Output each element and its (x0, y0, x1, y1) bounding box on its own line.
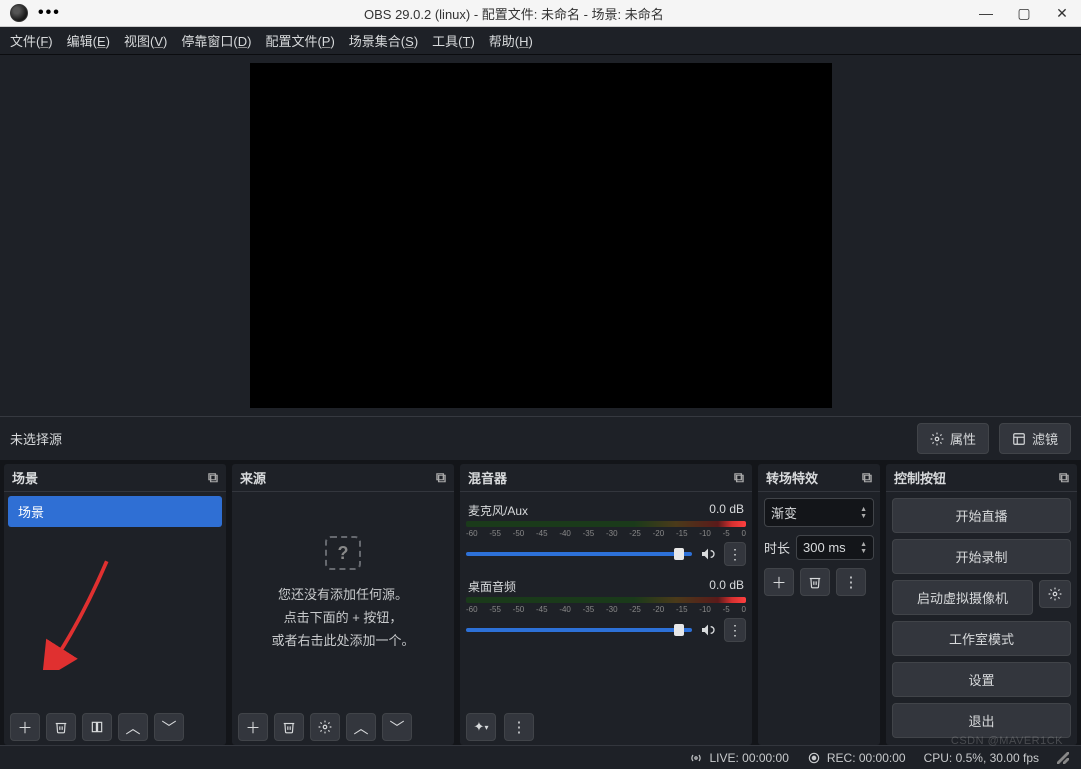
sources-empty-state[interactable]: ? 您还没有添加任何源。 点击下面的 + 按钮， 或者右击此处添加一个。 (236, 496, 450, 705)
menu-help[interactable]: 帮助(H) (489, 31, 533, 50)
menu-view[interactable]: 视图(V) (124, 31, 167, 50)
source-properties-button[interactable] (310, 713, 340, 741)
statusbar: LIVE: 00:00:00 REC: 00:00:00 CPU: 0.5%, … (0, 745, 1081, 769)
settings-button[interactable]: 设置 (892, 662, 1071, 697)
resize-grip-icon[interactable] (1057, 752, 1069, 764)
mic-volume-slider[interactable] (466, 552, 692, 556)
studio-mode-button[interactable]: 工作室模式 (892, 621, 1071, 656)
menu-scene-collection[interactable]: 场景集合(S) (349, 31, 418, 50)
popout-icon[interactable]: ⧉ (208, 469, 218, 486)
broadcast-icon (689, 751, 703, 765)
panel-transition: 转场特效 ⧉ 渐变 ▲▼ 时长 300 ms ▲▼ ＋ (758, 464, 880, 745)
source-up-button[interactable]: ︿ (346, 713, 376, 741)
desktop-label: 桌面音频 (468, 578, 516, 595)
close-button[interactable]: ✕ (1043, 0, 1081, 27)
chevron-updown-icon: ▲▼ (860, 506, 867, 520)
transition-title: 转场特效 (766, 468, 818, 487)
preview-area (0, 55, 1081, 416)
menu-dock[interactable]: 停靠窗口(D) (181, 31, 251, 50)
minimize-button[interactable]: — (967, 0, 1005, 27)
mixer-title: 混音器 (468, 468, 507, 487)
mic-meter (466, 521, 746, 527)
desktop-menu-button[interactable]: ⋮ (724, 618, 746, 642)
transition-select[interactable]: 渐变 ▲▼ (764, 498, 874, 527)
add-transition-button[interactable]: ＋ (764, 568, 794, 596)
mic-db: 0.0 dB (709, 502, 744, 519)
popout-icon[interactable]: ⧉ (1059, 469, 1069, 486)
mixer-menu-button[interactable]: ⋮ (504, 713, 534, 741)
scene-item[interactable]: 场景 (8, 496, 222, 527)
add-scene-button[interactable]: ＋ (10, 713, 40, 741)
desktop-meter (466, 597, 746, 603)
question-icon: ? (325, 536, 361, 570)
panel-controls: 控制按钮 ⧉ 开始直播 开始录制 启动虚拟摄像机 工作室模式 设置 退出 (886, 464, 1077, 745)
transition-menu-button[interactable]: ⋮ (836, 568, 866, 596)
popout-icon[interactable]: ⧉ (734, 469, 744, 486)
mixer-channel-mic: 麦克风/Aux 0.0 dB -60-55-50-45-40-35-30-25-… (466, 502, 746, 566)
start-record-button[interactable]: 开始录制 (892, 539, 1071, 574)
obs-logo-icon (10, 4, 28, 22)
window-menu-dots[interactable]: ••• (38, 4, 61, 22)
delete-transition-button[interactable] (800, 568, 830, 596)
desktop-db: 0.0 dB (709, 578, 744, 595)
maximize-button[interactable]: ▢ (1005, 0, 1043, 27)
record-icon (807, 751, 821, 765)
start-virtualcam-button[interactable]: 启动虚拟摄像机 (892, 580, 1033, 615)
source-toolbar: 未选择源 属性 滤镜 (0, 416, 1081, 460)
popout-icon[interactable]: ⧉ (862, 469, 872, 486)
source-down-button[interactable]: ﹀ (382, 713, 412, 741)
scene-up-button[interactable]: ︿ (118, 713, 148, 741)
menu-tools[interactable]: 工具(T) (432, 31, 475, 50)
speaker-icon[interactable] (700, 622, 716, 638)
delete-source-button[interactable] (274, 713, 304, 741)
window-title: OBS 29.0.2 (linux) - 配置文件: 未命名 - 场景: 未命名 (61, 4, 967, 23)
menubar: 文件(F) 编辑(E) 视图(V) 停靠窗口(D) 配置文件(P) 场景集合(S… (0, 27, 1081, 55)
meter-ticks: -60-55-50-45-40-35-30-25-20-15-10-50 (466, 529, 746, 542)
chevron-updown-icon: ▲▼ (860, 541, 867, 555)
mic-menu-button[interactable]: ⋮ (724, 542, 746, 566)
desktop-volume-slider[interactable] (466, 628, 692, 632)
duration-label: 时长 (764, 538, 790, 557)
panel-sources: 来源 ⧉ ? 您还没有添加任何源。 点击下面的 + 按钮， 或者右击此处添加一个… (232, 464, 454, 745)
scene-down-button[interactable]: ﹀ (154, 713, 184, 741)
sources-title: 来源 (240, 468, 266, 487)
app-main: 文件(F) 编辑(E) 视图(V) 停靠窗口(D) 配置文件(P) 场景集合(S… (0, 27, 1081, 769)
mixer-channel-desktop: 桌面音频 0.0 dB -60-55-50-45-40-35-30-25-20-… (466, 578, 746, 642)
virtualcam-settings-button[interactable] (1039, 580, 1071, 608)
status-cpu: CPU: 0.5%, 30.00 fps (924, 751, 1039, 765)
filters-icon (1012, 432, 1026, 446)
duration-input[interactable]: 300 ms ▲▼ (796, 535, 874, 560)
mixer-settings-button[interactable]: ✦▾ (466, 713, 496, 741)
scene-filter-button[interactable] (82, 713, 112, 741)
properties-button[interactable]: 属性 (917, 423, 989, 454)
panels-row: 场景 ⧉ 场景 ＋ ︿ ﹀ 来源 ⧉ ? 您还没有 (0, 460, 1081, 745)
menu-edit[interactable]: 编辑(E) (67, 31, 110, 50)
status-live: LIVE: 00:00:00 (689, 751, 788, 765)
preview-canvas[interactable] (250, 63, 832, 408)
gear-icon (930, 432, 944, 446)
status-rec: REC: 00:00:00 (807, 751, 906, 765)
window-titlebar: ••• OBS 29.0.2 (linux) - 配置文件: 未命名 - 场景:… (0, 0, 1081, 27)
panel-scenes: 场景 ⧉ 场景 ＋ ︿ ﹀ (4, 464, 226, 745)
delete-scene-button[interactable] (46, 713, 76, 741)
popout-icon[interactable]: ⧉ (436, 469, 446, 486)
exit-button[interactable]: 退出 (892, 703, 1071, 738)
panel-mixer: 混音器 ⧉ 麦克风/Aux 0.0 dB -60-55-50-45-40-35-… (460, 464, 752, 745)
controls-title: 控制按钮 (894, 468, 946, 487)
add-source-button[interactable]: ＋ (238, 713, 268, 741)
start-stream-button[interactable]: 开始直播 (892, 498, 1071, 533)
menu-profile[interactable]: 配置文件(P) (265, 31, 334, 50)
scenes-title: 场景 (12, 468, 38, 487)
meter-ticks: -60-55-50-45-40-35-30-25-20-15-10-50 (466, 605, 746, 618)
filters-button[interactable]: 滤镜 (999, 423, 1071, 454)
speaker-icon[interactable] (700, 546, 716, 562)
no-source-label: 未选择源 (10, 429, 62, 448)
mic-label: 麦克风/Aux (468, 502, 528, 519)
menu-file[interactable]: 文件(F) (10, 31, 53, 50)
